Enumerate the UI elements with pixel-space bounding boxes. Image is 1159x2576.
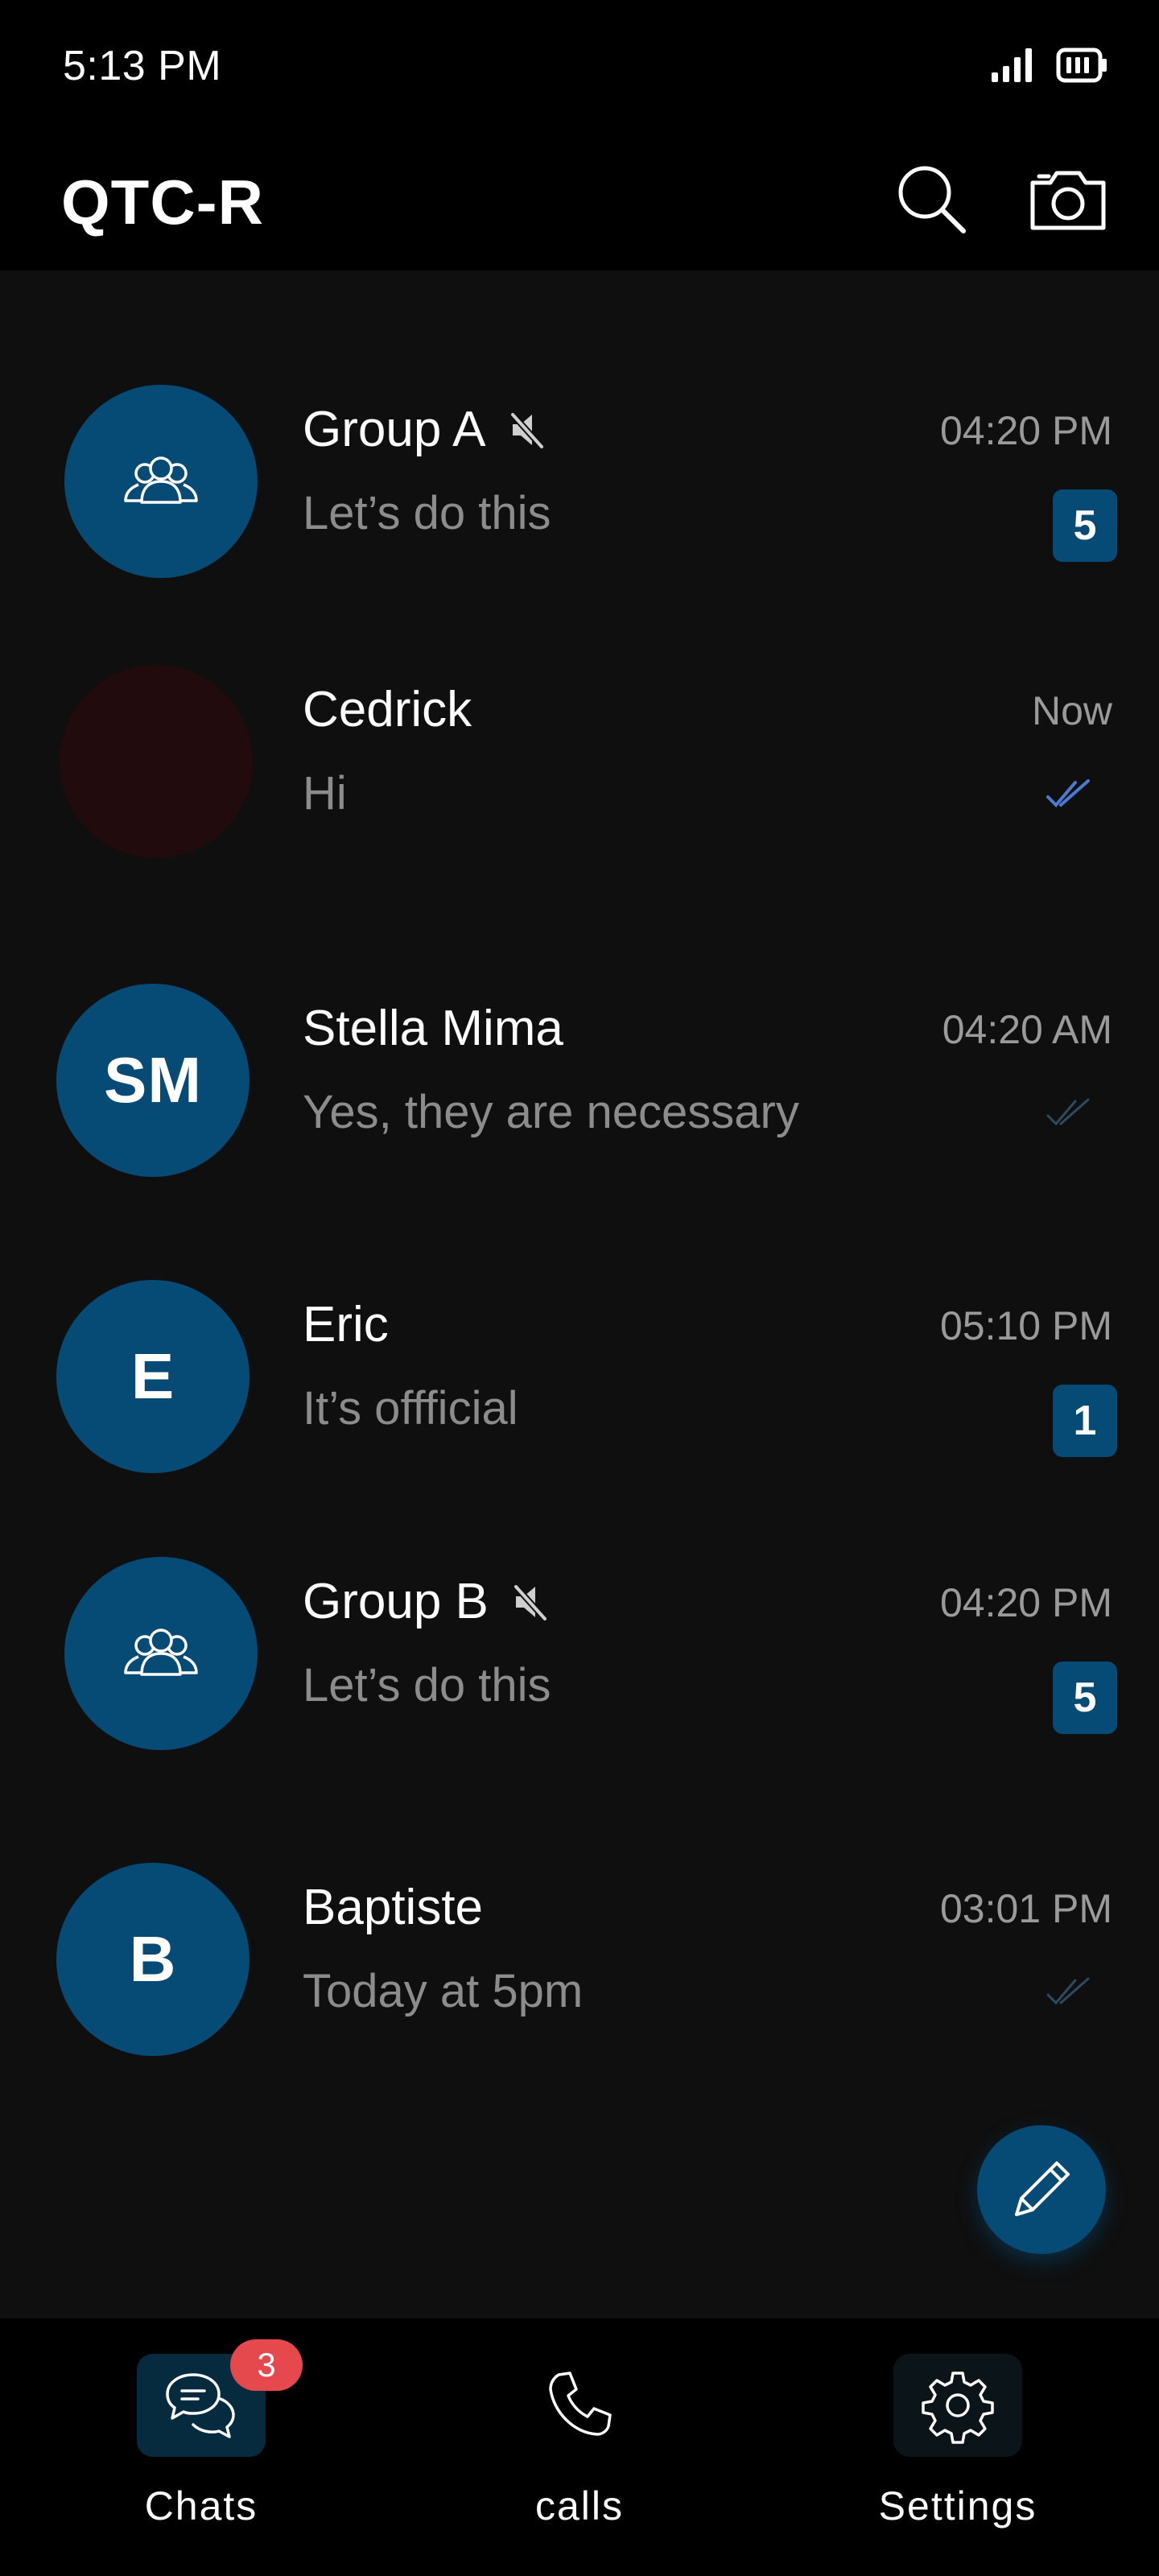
chat-name-text: Baptiste xyxy=(303,1880,484,1935)
chat-last-message: It’s offficial xyxy=(303,1382,518,1435)
chat-list: Group A Let’s do this 04:20 PM 5 Cedrick… xyxy=(0,270,1159,2318)
avatar: SM xyxy=(56,984,250,1177)
avatar xyxy=(64,385,258,578)
unread-badge: 5 xyxy=(1053,489,1117,562)
search-icon xyxy=(898,166,966,233)
chat-name: Group B xyxy=(303,1570,550,1634)
avatar xyxy=(60,665,253,858)
delivered-ticks-icon xyxy=(1046,1098,1090,1126)
chat-time: 04:20 AM xyxy=(942,1007,1112,1052)
chat-name-text: Cedrick xyxy=(303,682,472,737)
unread-badge: 5 xyxy=(1053,1662,1117,1734)
status-time: 5:13 PM xyxy=(63,43,222,89)
chat-time: 03:01 PM xyxy=(939,1886,1112,1931)
search-button[interactable] xyxy=(887,155,975,243)
nav-label: calls xyxy=(534,2483,625,2529)
phone-icon xyxy=(549,2372,612,2436)
nav-icon-container xyxy=(515,2354,644,2457)
bottom-nav: 3 Chats calls Settings xyxy=(0,2318,1159,2576)
avatar: E xyxy=(56,1280,250,1473)
chat-name: Eric xyxy=(303,1293,389,1357)
chat-last-message: Let’s do this xyxy=(303,1659,551,1711)
muted-icon xyxy=(510,412,545,449)
muted-icon xyxy=(513,1584,547,1621)
status-bar: 5:13 PM xyxy=(0,0,1159,137)
chat-time: Now xyxy=(1031,688,1112,733)
chat-name: Cedrick xyxy=(303,678,472,742)
group-icon xyxy=(124,1629,198,1676)
status-icons xyxy=(990,47,1109,84)
chat-name: Stella Mima xyxy=(303,997,563,1061)
nav-label: Settings xyxy=(878,2483,1037,2529)
gear-icon xyxy=(922,2372,994,2444)
chat-bubbles-icon xyxy=(166,2373,235,2438)
chat-last-message: Yes, they are necessary xyxy=(303,1086,799,1138)
nav-item-calls[interactable]: calls xyxy=(459,2354,700,2547)
camera-icon xyxy=(1030,171,1106,230)
chat-row-baptiste[interactable]: B Baptiste Today at 5pm 03:01 PM xyxy=(0,1863,1159,2104)
nav-item-settings[interactable]: Settings xyxy=(837,2354,1079,2547)
chat-row-group-b[interactable]: Group B Let’s do this 04:20 PM 5 xyxy=(0,1557,1159,1798)
app-header: QTC-R xyxy=(0,137,1159,270)
chat-name-text: Stella Mima xyxy=(303,1001,563,1056)
chat-time: 04:20 PM xyxy=(939,408,1112,453)
nav-icon-container xyxy=(893,2354,1022,2457)
signal-icon xyxy=(992,48,1032,82)
avatar: B xyxy=(56,1863,250,2056)
chat-row-cedrick[interactable]: Cedrick Hi Now xyxy=(0,665,1159,906)
chat-time: 05:10 PM xyxy=(939,1303,1112,1348)
read-ticks-icon xyxy=(1046,779,1090,807)
chat-name-text: Eric xyxy=(303,1297,389,1352)
avatar xyxy=(64,1557,258,1750)
chat-name-text: Group B xyxy=(303,1574,489,1629)
chat-row-eric[interactable]: E Eric It’s offficial 05:10 PM 1 xyxy=(0,1280,1159,1521)
camera-button[interactable] xyxy=(1024,155,1112,243)
nav-label: Chats xyxy=(144,2483,258,2529)
group-icon xyxy=(124,456,198,504)
app-title: QTC-R xyxy=(61,167,264,237)
header-actions xyxy=(887,155,1112,243)
chat-name: Baptiste xyxy=(303,1876,483,1940)
delivered-ticks-icon xyxy=(1046,1977,1090,2005)
compose-button[interactable] xyxy=(977,2125,1106,2254)
unread-badge: 1 xyxy=(1053,1385,1117,1457)
chat-row-stella-mima[interactable]: SM Stella Mima Yes, they are necessary 0… xyxy=(0,984,1159,1225)
battery-icon xyxy=(1056,47,1107,83)
chat-last-message: Today at 5pm xyxy=(303,1965,584,2017)
pencil-icon xyxy=(1015,2161,1070,2216)
chats-unread-badge: 3 xyxy=(230,2339,303,2391)
chat-last-message: Hi xyxy=(303,767,347,819)
chat-name-text: Group A xyxy=(303,402,486,457)
chat-last-message: Let’s do this xyxy=(303,487,551,539)
chat-time: 04:20 PM xyxy=(939,1580,1112,1625)
chat-row-group-a[interactable]: Group A Let’s do this 04:20 PM 5 xyxy=(0,385,1159,626)
nav-item-chats[interactable]: 3 Chats xyxy=(80,2339,322,2547)
chat-name: Group A xyxy=(303,398,547,462)
